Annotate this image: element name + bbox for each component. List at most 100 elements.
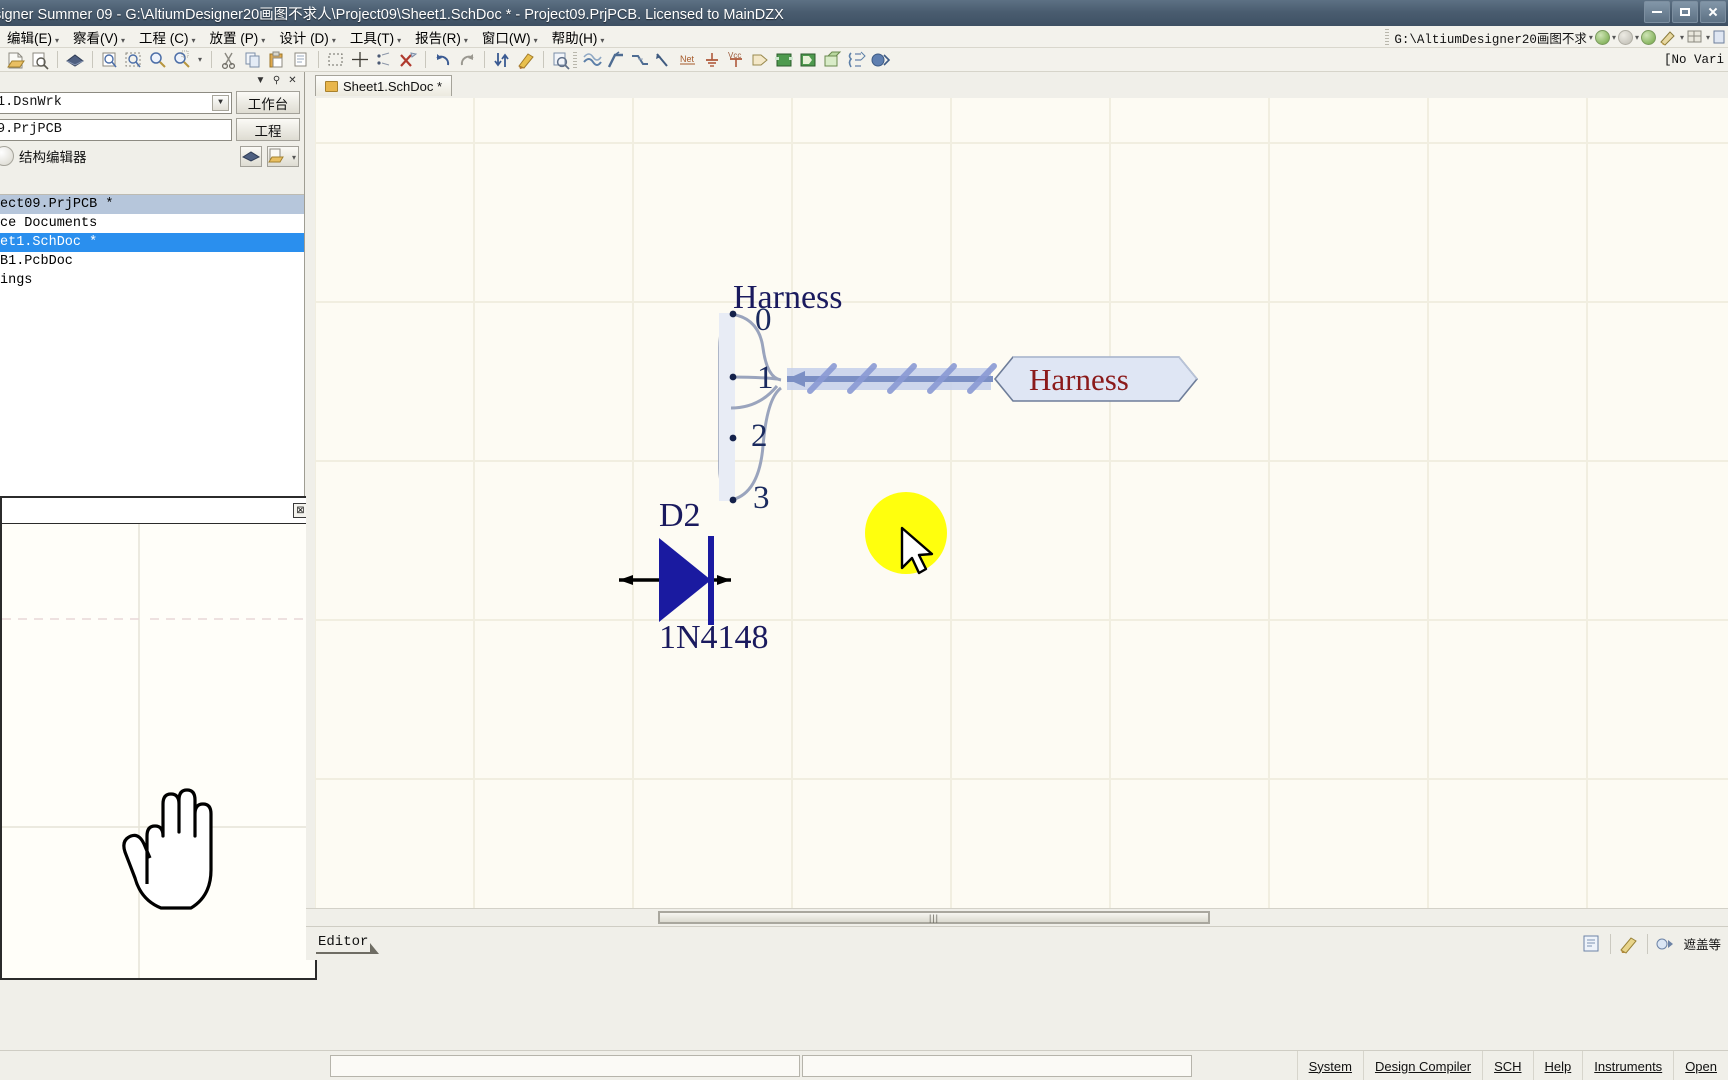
menu-edit[interactable]: 编辑(E) ▾ [0, 26, 66, 48]
forward-caret-icon[interactable]: ▾ [1635, 33, 1639, 42]
tree-item-settings[interactable]: ings [0, 271, 304, 290]
open-project-button[interactable]: ▾ [267, 145, 299, 167]
menu-tools[interactable]: 工具(T) ▾ [343, 26, 408, 48]
tree-item-project[interactable]: ect09.PrjPCB * [0, 195, 304, 214]
redo-icon[interactable] [456, 50, 478, 70]
status-system[interactable]: System [1296, 1051, 1363, 1080]
place-harness-entry-icon[interactable] [869, 50, 891, 70]
panel-dropdown-icon[interactable]: ▼ [255, 75, 266, 86]
status-instruments[interactable]: Instruments [1582, 1051, 1673, 1080]
updown-arrows-icon[interactable] [491, 50, 513, 70]
deselect-icon[interactable] [373, 50, 395, 70]
path-combo-caret-icon[interactable]: ▾ [1589, 33, 1593, 42]
path-combo-value[interactable]: G:\AltiumDesigner20画图不求 [1394, 28, 1587, 47]
status-design-compiler[interactable]: Design Compiler [1362, 1051, 1482, 1080]
menu-place-caret-icon[interactable]: ▾ [261, 36, 265, 45]
menu-view-caret-icon[interactable]: ▾ [121, 36, 125, 45]
print-preview-icon[interactable] [29, 50, 51, 70]
panel-toggle-icon[interactable] [1712, 29, 1726, 45]
inspect-component-icon[interactable] [550, 50, 572, 70]
hscroll-thumb[interactable]: ||| [659, 912, 1209, 923]
menu-place[interactable]: 放置 (P) ▾ [203, 26, 273, 48]
close-button[interactable] [1700, 1, 1726, 23]
menu-reports[interactable]: 报告(R) ▾ [408, 26, 475, 48]
grid-caret-icon[interactable]: ▾ [1706, 33, 1710, 42]
place-net-label-icon[interactable]: Net [677, 50, 699, 70]
panel-pin-icon[interactable]: ⚲ [271, 75, 282, 86]
snippets-icon[interactable] [1580, 933, 1604, 955]
menu-design-caret-icon[interactable]: ▾ [332, 36, 336, 45]
menu-edit-caret-icon[interactable]: ▾ [55, 36, 59, 45]
place-device-sheet-icon[interactable] [821, 50, 843, 70]
workbench-button[interactable]: 工作台 [236, 91, 300, 114]
select-area-icon[interactable] [325, 50, 347, 70]
back-navigation-icon[interactable] [1594, 29, 1610, 45]
menu-reports-caret-icon[interactable]: ▾ [464, 36, 468, 45]
place-harness-connector-icon[interactable] [845, 50, 867, 70]
status-sch[interactable]: SCH [1482, 1051, 1532, 1080]
toolbar-grip[interactable] [1385, 29, 1390, 45]
workspace-combo[interactable]: 1.DsnWrk ▼ [0, 91, 232, 114]
maximize-button[interactable] [1672, 1, 1698, 23]
menu-window[interactable]: 窗口(W) ▾ [475, 26, 545, 48]
highlight-pen-icon[interactable] [515, 50, 537, 70]
open-document-icon[interactable] [5, 50, 27, 70]
mask-level-icon[interactable] [1654, 933, 1678, 955]
forward-navigation-icon[interactable] [1617, 29, 1633, 45]
place-sheet-symbol-icon[interactable] [773, 50, 795, 70]
floating-panel-body[interactable] [2, 524, 315, 978]
copy-icon[interactable] [242, 50, 264, 70]
place-bus-entry-icon[interactable] [629, 50, 651, 70]
place-signal-harness-icon[interactable] [653, 50, 675, 70]
pencil-caret-icon[interactable]: ▾ [1680, 33, 1684, 42]
menu-help-caret-icon[interactable]: ▾ [600, 36, 604, 45]
menu-window-caret-icon[interactable]: ▾ [534, 36, 538, 45]
tree-item-pcbdoc[interactable]: B1.PcbDoc [0, 252, 304, 271]
pencil-icon[interactable] [1658, 28, 1678, 46]
menu-project-caret-icon[interactable]: ▾ [192, 36, 196, 45]
menu-view[interactable]: 察看(V) ▾ [66, 26, 132, 48]
structure-editor-toggle-icon[interactable] [0, 146, 14, 166]
compile-button[interactable] [240, 145, 262, 167]
menu-project[interactable]: 工程 (C) ▾ [132, 26, 203, 48]
place-part-icon[interactable] [749, 50, 771, 70]
back-caret-icon[interactable]: ▾ [1612, 33, 1616, 42]
minimize-button[interactable] [1644, 1, 1670, 23]
status-open[interactable]: Open [1673, 1051, 1728, 1080]
workspace-combo-arrow-icon[interactable]: ▼ [212, 94, 229, 111]
menu-design[interactable]: 设计 (D) ▾ [272, 26, 343, 48]
project-combo[interactable]: 9.PrjPCB [0, 118, 232, 141]
project-button[interactable]: 工程 [236, 118, 300, 141]
tree-item-source-documents[interactable]: ce Documents [0, 214, 304, 233]
cut-icon[interactable] [218, 50, 240, 70]
tab-sheet1-schdoc[interactable]: Sheet1.SchDoc * [315, 75, 453, 96]
zoom-document-icon[interactable] [99, 50, 121, 70]
panel-close-icon[interactable]: ✕ [287, 75, 298, 86]
tree-item-sheet1-schdoc[interactable]: et1.SchDoc * [0, 233, 304, 252]
canvas-horizontal-scrollbar[interactable]: ||| [306, 908, 1728, 926]
grid-icon[interactable] [1686, 29, 1704, 45]
place-gnd-icon[interactable] [701, 50, 723, 70]
place-vcc-icon[interactable]: Vcc [725, 50, 747, 70]
zoom-area-icon[interactable] [123, 50, 145, 70]
edit-pen-icon[interactable] [1617, 933, 1641, 955]
place-wire-icon[interactable] [581, 50, 603, 70]
home-navigation-icon[interactable] [1640, 29, 1656, 45]
zoom-select-icon[interactable] [171, 50, 193, 70]
place-bus-icon[interactable] [605, 50, 627, 70]
paste-special-icon[interactable] [290, 50, 312, 70]
undo-icon[interactable] [432, 50, 454, 70]
clear-selection-icon[interactable] [397, 50, 419, 70]
move-icon[interactable] [349, 50, 371, 70]
zoom-caret-icon[interactable]: ▾ [198, 55, 202, 64]
schematic-canvas[interactable]: Harness 0 1 2 3 Harness D2 1N4148 [306, 98, 1728, 908]
board-icon[interactable] [64, 50, 86, 70]
hscroll-track[interactable]: ||| [658, 911, 1210, 924]
menu-help[interactable]: 帮助(H) ▾ [545, 26, 612, 48]
place-sheet-entry-icon[interactable] [797, 50, 819, 70]
canvas-left-splitter[interactable] [306, 98, 315, 908]
zoom-in-icon[interactable] [147, 50, 169, 70]
paste-icon[interactable] [266, 50, 288, 70]
editor-tab[interactable]: Editor [316, 933, 380, 954]
menu-tools-caret-icon[interactable]: ▾ [397, 36, 401, 45]
